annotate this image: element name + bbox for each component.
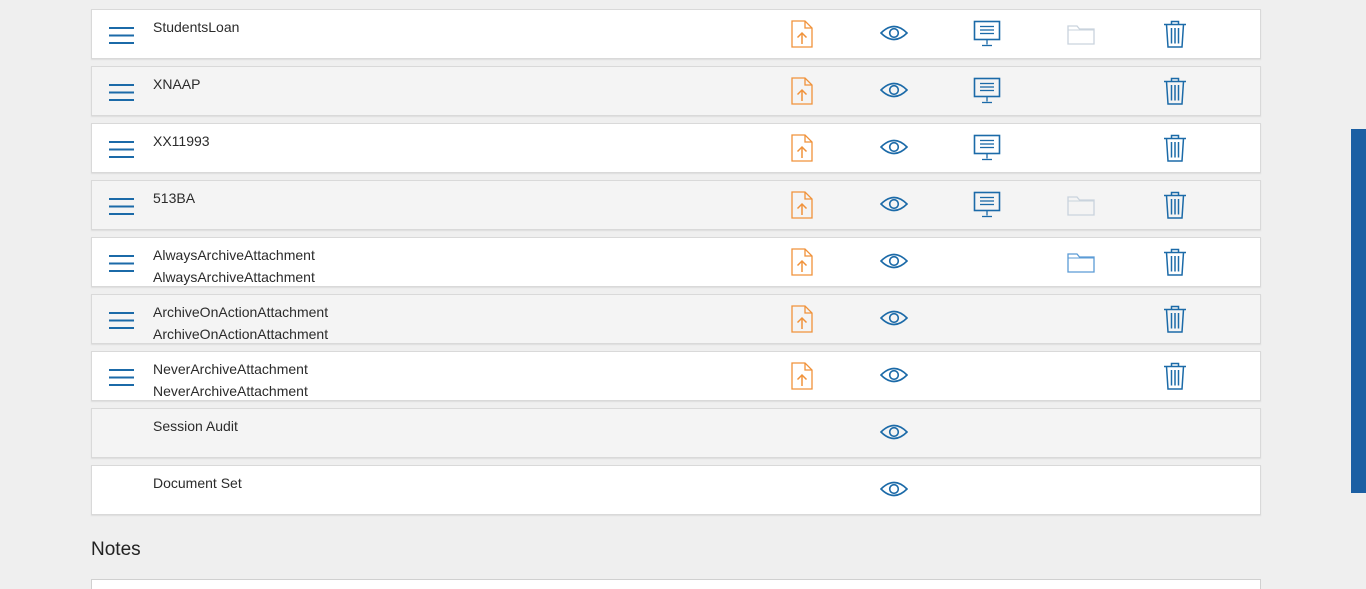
- document-title: ArchiveOnActionAttachment: [153, 304, 329, 320]
- document-row: 513BA: [91, 180, 1261, 230]
- eye-icon[interactable]: [880, 80, 908, 100]
- folder-icon: [1067, 194, 1095, 216]
- file-upload-icon[interactable]: [791, 305, 813, 333]
- eye-icon[interactable]: [880, 251, 908, 271]
- hamburger-icon[interactable]: [108, 311, 135, 330]
- document-name: StudentsLoan: [153, 16, 239, 38]
- document-row: Session Audit: [91, 408, 1261, 458]
- hamburger-icon[interactable]: [108, 83, 135, 102]
- eye-icon[interactable]: [880, 422, 908, 442]
- eye-icon[interactable]: [880, 137, 908, 157]
- presentation-icon[interactable]: [973, 134, 1001, 162]
- folder-icon[interactable]: [1067, 251, 1095, 273]
- folder-icon: [1067, 23, 1095, 45]
- document-row: AlwaysArchiveAttachment AlwaysArchiveAtta…: [91, 237, 1261, 287]
- trash-icon[interactable]: [1163, 305, 1187, 333]
- document-name: AlwaysArchiveAttachment AlwaysArchiveAtta…: [153, 244, 315, 288]
- trash-icon[interactable]: [1163, 362, 1187, 390]
- eye-icon[interactable]: [880, 194, 908, 214]
- document-name: Session Audit: [153, 415, 238, 437]
- document-row: ArchiveOnActionAttachment ArchiveOnAction…: [91, 294, 1261, 344]
- document-name: Document Set: [153, 472, 242, 494]
- file-upload-icon[interactable]: [791, 134, 813, 162]
- eye-icon[interactable]: [880, 308, 908, 328]
- trash-icon[interactable]: [1163, 191, 1187, 219]
- document-subtitle: AlwaysArchiveAttachment: [153, 269, 315, 285]
- document-title: XX11993: [153, 133, 210, 149]
- document-name: XNAAP: [153, 73, 200, 95]
- document-title: NeverArchiveAttachment: [153, 361, 308, 377]
- document-subtitle: NeverArchiveAttachment: [153, 383, 308, 399]
- notes-input[interactable]: [91, 579, 1261, 589]
- presentation-icon[interactable]: [973, 191, 1001, 219]
- notes-heading: Notes: [91, 539, 141, 560]
- file-upload-icon[interactable]: [791, 248, 813, 276]
- document-subtitle: ArchiveOnActionAttachment: [153, 326, 329, 342]
- hamburger-icon[interactable]: [108, 26, 135, 45]
- hamburger-icon[interactable]: [108, 197, 135, 216]
- file-upload-icon[interactable]: [791, 20, 813, 48]
- file-upload-icon[interactable]: [791, 362, 813, 390]
- trash-icon[interactable]: [1163, 77, 1187, 105]
- hamburger-icon[interactable]: [108, 140, 135, 159]
- document-row: XNAAP: [91, 66, 1261, 116]
- document-list: StudentsLoan XNAAP XX11993 513BA AlwaysArchi…: [91, 9, 1261, 522]
- document-name: ArchiveOnActionAttachment ArchiveOnAction…: [153, 301, 328, 345]
- document-title: Document Set: [153, 475, 242, 491]
- document-title: XNAAP: [153, 76, 201, 92]
- hamburger-icon[interactable]: [108, 254, 135, 273]
- document-row: Document Set: [91, 465, 1261, 515]
- presentation-icon[interactable]: [973, 20, 1001, 48]
- document-row: StudentsLoan: [91, 9, 1261, 59]
- document-name: NeverArchiveAttachment NeverArchiveAttach…: [153, 358, 308, 402]
- document-name: XX11993: [153, 130, 210, 152]
- document-title: AlwaysArchiveAttachment: [153, 247, 315, 263]
- trash-icon[interactable]: [1163, 134, 1187, 162]
- trash-icon[interactable]: [1163, 248, 1187, 276]
- document-title: 513BA: [153, 190, 196, 206]
- file-upload-icon[interactable]: [791, 77, 813, 105]
- document-title: StudentsLoan: [153, 19, 240, 35]
- page: StudentsLoan XNAAP XX11993 513BA AlwaysArchi…: [0, 0, 1366, 589]
- eye-icon[interactable]: [880, 23, 908, 43]
- eye-icon[interactable]: [880, 365, 908, 385]
- document-name: 513BA: [153, 187, 195, 209]
- hamburger-icon[interactable]: [108, 368, 135, 387]
- document-row: NeverArchiveAttachment NeverArchiveAttach…: [91, 351, 1261, 401]
- vertical-scrollbar[interactable]: [1351, 129, 1366, 493]
- eye-icon[interactable]: [880, 479, 908, 499]
- file-upload-icon[interactable]: [791, 191, 813, 219]
- trash-icon[interactable]: [1163, 20, 1187, 48]
- presentation-icon[interactable]: [973, 77, 1001, 105]
- document-title: Session Audit: [153, 418, 238, 434]
- document-row: XX11993: [91, 123, 1261, 173]
